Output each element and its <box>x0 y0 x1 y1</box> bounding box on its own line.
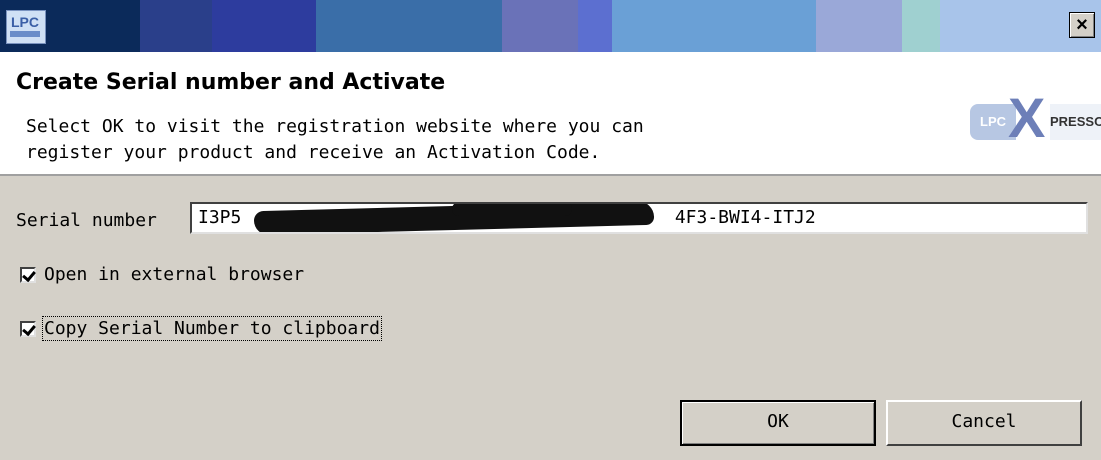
titlebar-band <box>502 0 578 52</box>
dialog-title: Create Serial number and Activate <box>16 70 446 95</box>
titlebar-band <box>902 0 940 52</box>
copy-serial-option[interactable]: Copy Serial Number to clipboard <box>20 316 382 341</box>
open-browser-option[interactable]: Open in external browser <box>20 264 304 285</box>
dialog-description: Select OK to visit the registration webs… <box>26 116 644 163</box>
lpcxpresso-logo: LPC X PRESSO <box>970 86 1101 156</box>
titlebar-band <box>140 0 212 52</box>
logo-presso: PRESSO <box>1050 104 1101 140</box>
serial-number-input[interactable]: I3P5 4F3-BWI4-ITJ2 <box>190 202 1088 234</box>
titlebar-band <box>578 0 612 52</box>
titlebar-band <box>212 0 316 52</box>
ok-button[interactable]: OK <box>680 400 876 446</box>
close-button[interactable]: × <box>1069 12 1095 38</box>
titlebar-band <box>612 0 816 52</box>
serial-number-label: Serial number <box>16 210 157 231</box>
app-icon-mark: LPC <box>11 14 39 30</box>
titlebar-band <box>816 0 902 52</box>
dialog-header: Create Serial number and Activate Select… <box>0 52 1101 176</box>
titlebar-band <box>316 0 502 52</box>
app-icon: LPC <box>6 10 46 44</box>
logo-x: X <box>1008 86 1046 149</box>
copy-serial-checkbox[interactable] <box>20 321 36 337</box>
open-browser-label: Open in external browser <box>44 264 305 285</box>
redaction-scribble <box>452 204 572 216</box>
app-icon-bar <box>10 31 40 37</box>
cancel-button[interactable]: Cancel <box>886 400 1082 446</box>
title-bar: LPC × <box>0 0 1101 52</box>
open-browser-checkbox[interactable] <box>20 267 36 283</box>
copy-serial-label: Copy Serial Number to clipboard <box>42 316 382 341</box>
close-icon: × <box>1076 14 1088 36</box>
